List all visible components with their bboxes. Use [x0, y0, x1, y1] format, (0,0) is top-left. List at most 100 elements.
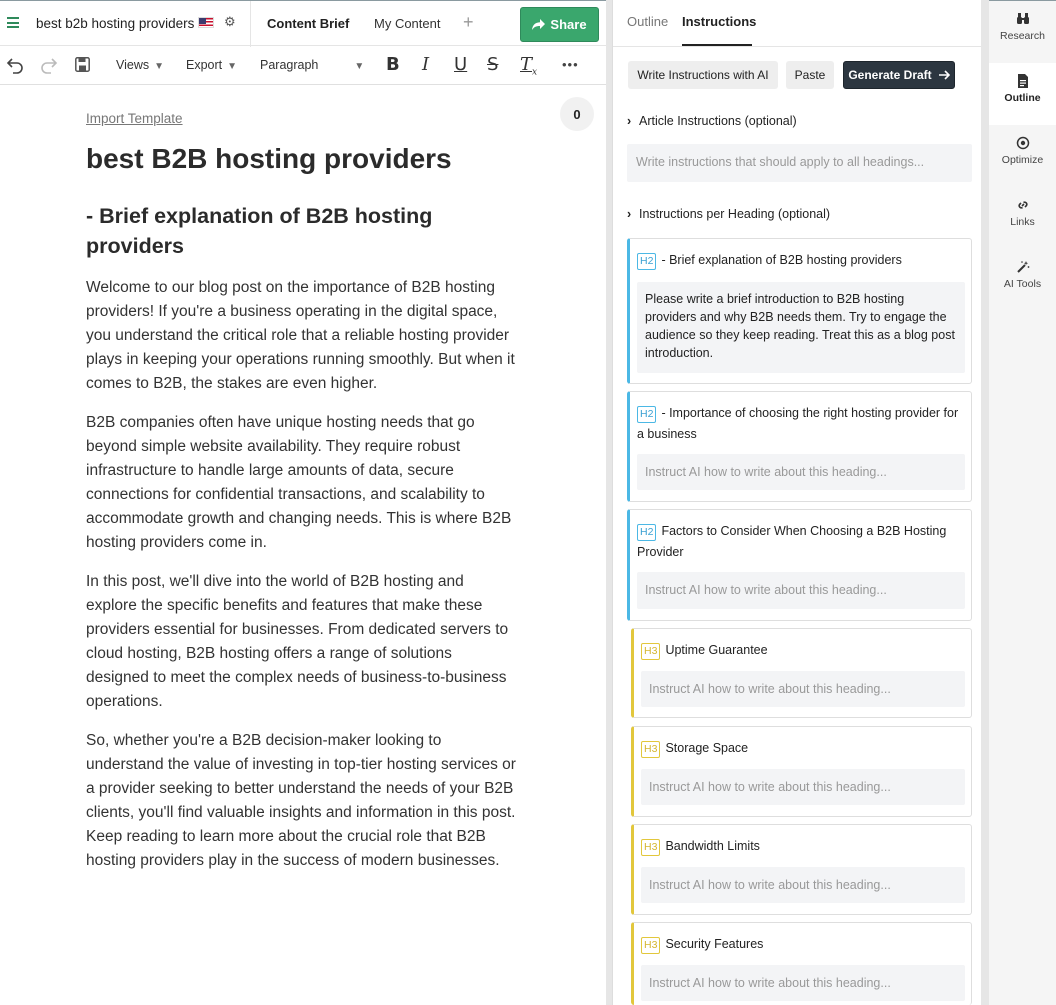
heading-card: H2 Factors to Consider When Choosing a B2… — [627, 509, 972, 621]
export-dropdown[interactable]: Export ▼ — [186, 58, 237, 72]
heading-text: Uptime Guarantee — [665, 643, 768, 657]
article-instructions-input[interactable]: Write instructions that should apply to … — [627, 144, 972, 182]
strikethrough-icon[interactable]: S — [487, 54, 498, 75]
document-h2[interactable]: - Brief explanation of B2B hosting provi… — [86, 201, 486, 261]
heading-text: Security Features — [665, 937, 764, 951]
editor-toolbar: Views ▼ Export ▼ Paragraph ▼ B I U S Tx ••• — [0, 46, 606, 85]
italic-icon[interactable]: I — [422, 54, 429, 75]
share-button[interactable]: Share — [520, 7, 599, 42]
rail-label: AI Tools — [1003, 278, 1042, 290]
heading-level-badge: H3 — [641, 741, 661, 758]
heading-card: H2 - Brief explanation of B2B hosting pro… — [627, 238, 972, 384]
heading-instruction-input[interactable]: Instruct AI how to write about this head… — [641, 965, 965, 1001]
bold-icon[interactable]: B — [386, 54, 400, 75]
rail-label: Optimize — [1001, 154, 1044, 166]
chevron-right-icon: › — [627, 207, 632, 221]
views-dropdown[interactable]: Views ▼ — [116, 58, 164, 72]
heading-level-badge: H2 — [637, 253, 657, 270]
panel-scrollbar[interactable] — [981, 0, 989, 1005]
share-arrow-icon — [532, 18, 546, 30]
tab-outline[interactable]: Outline — [627, 14, 668, 29]
heading-text: Storage Space — [665, 741, 749, 755]
document-paragraph[interactable]: So, whether you're a B2B decision-maker … — [86, 729, 518, 873]
instructions-panel: Outline Instructions Write Instructions … — [612, 0, 982, 1005]
generate-draft-label: Generate Draft — [848, 68, 932, 82]
heading-title: H3 Bandwidth Limits — [641, 836, 963, 857]
heading-text: Factors to Consider When Choosing a B2B … — [637, 524, 947, 559]
paragraph-style-select[interactable]: Paragraph ▼ — [260, 58, 364, 72]
tab-instructions[interactable]: Instructions — [682, 14, 756, 29]
rail-label: Outline — [1004, 92, 1041, 104]
undo-icon[interactable] — [6, 56, 24, 74]
rail-item-optimize[interactable]: Optimize — [989, 125, 1056, 187]
heading-level-badge: H3 — [641, 937, 661, 954]
document-h1[interactable]: best B2B hosting providers — [86, 141, 452, 177]
document-paragraph[interactable]: In this post, we'll dive into the world … — [86, 570, 518, 714]
chevron-down-icon: ▼ — [154, 61, 165, 72]
binoculars-icon — [1016, 13, 1029, 24]
heading-card: H2- Importance of choosing the right hos… — [627, 391, 972, 502]
rail-item-links[interactable]: Links — [989, 187, 1056, 249]
heading-card: H3 Uptime Guarantee Instruct AI how to wr… — [631, 628, 972, 718]
article-instructions-label: Article Instructions (optional) — [639, 114, 797, 128]
document-icon — [1017, 74, 1028, 88]
heading-title: H3 Storage Space — [641, 738, 963, 759]
paragraph-label: Paragraph — [260, 58, 319, 72]
import-template-link[interactable]: Import Template — [86, 111, 183, 126]
rail-item-research[interactable]: Research — [989, 1, 1056, 63]
paste-button[interactable]: Paste — [786, 61, 834, 89]
redo-icon[interactable] — [40, 56, 58, 74]
underline-icon[interactable]: U — [454, 54, 467, 75]
menu-icon[interactable] — [7, 17, 19, 28]
chevron-down-icon: ▼ — [354, 61, 365, 72]
document-paragraph[interactable]: Welcome to our blog post on the importan… — [86, 276, 518, 396]
us-flag-icon[interactable] — [198, 17, 214, 28]
heading-instruction-input[interactable]: Instruct AI how to write about this head… — [641, 671, 965, 707]
share-label: Share — [550, 17, 587, 32]
heading-level-badge: H2 — [637, 524, 657, 541]
heading-level-badge: H2 — [637, 406, 657, 423]
chevron-down-icon: ▼ — [227, 61, 238, 72]
article-instructions-toggle[interactable]: › Article Instructions (optional) — [627, 114, 797, 128]
tab-content-brief[interactable]: Content Brief — [267, 16, 349, 31]
clear-format-icon[interactable]: Tx — [520, 54, 537, 78]
more-options-icon[interactable]: ••• — [562, 57, 579, 72]
heading-instructions-toggle[interactable]: › Instructions per Heading (optional) — [627, 207, 830, 221]
heading-instructions-label: Instructions per Heading (optional) — [639, 207, 831, 221]
arrow-right-icon — [938, 70, 950, 80]
heading-text: - Brief explanation of B2B hosting provi… — [661, 253, 902, 267]
heading-card: H3 Storage Space Instruct AI how to write… — [631, 726, 972, 817]
heading-title: H2 - Brief explanation of B2B hosting pro… — [637, 250, 963, 271]
document-title[interactable]: best b2b hosting providers — [36, 16, 194, 31]
rail-item-outline[interactable]: Outline — [989, 63, 1056, 125]
document-paragraph[interactable]: B2B companies often have unique hosting … — [86, 411, 518, 555]
chevron-right-icon: › — [627, 114, 632, 128]
generate-draft-button[interactable]: Generate Draft — [843, 61, 955, 89]
heading-text: Bandwidth Limits — [665, 839, 760, 853]
tab-my-content[interactable]: My Content — [374, 16, 440, 31]
add-tab-icon[interactable]: + — [463, 12, 474, 33]
tool-rail: Research Outline Optimize Links AI Tools — [989, 0, 1056, 1005]
counter-badge[interactable]: 0 — [560, 97, 594, 131]
heading-title: H3 Security Features — [641, 934, 963, 955]
link-icon — [1017, 201, 1028, 209]
write-instructions-ai-button[interactable]: Write Instructions with AI — [628, 61, 778, 89]
heading-instruction-input[interactable]: Instruct AI how to write about this head… — [641, 769, 965, 805]
target-icon — [1016, 136, 1029, 150]
rail-item-ai-tools[interactable]: AI Tools — [989, 249, 1056, 311]
save-icon[interactable] — [75, 57, 90, 72]
export-label: Export — [186, 58, 223, 72]
heading-instruction-input[interactable]: Instruct AI how to write about this head… — [641, 867, 965, 903]
heading-instruction-input[interactable]: Instruct AI how to write about this head… — [637, 454, 965, 490]
gear-icon[interactable]: ⚙ — [224, 14, 236, 30]
heading-instruction-input[interactable]: Please write a brief introduction to B2B… — [637, 282, 965, 373]
divider — [613, 46, 982, 47]
rail-label: Research — [1000, 30, 1045, 42]
heading-instruction-input[interactable]: Instruct AI how to write about this head… — [637, 572, 965, 609]
editor-topbar: best b2b hosting providers ⚙ Content Bri… — [0, 0, 606, 47]
heading-title: H2 Factors to Consider When Choosing a B2… — [637, 521, 963, 563]
heading-level-badge: H3 — [641, 839, 661, 856]
rail-label: Links — [1010, 216, 1035, 228]
heading-card: H3 Security Features Instruct AI how to w… — [631, 922, 972, 1005]
heading-level-badge: H3 — [641, 643, 661, 660]
